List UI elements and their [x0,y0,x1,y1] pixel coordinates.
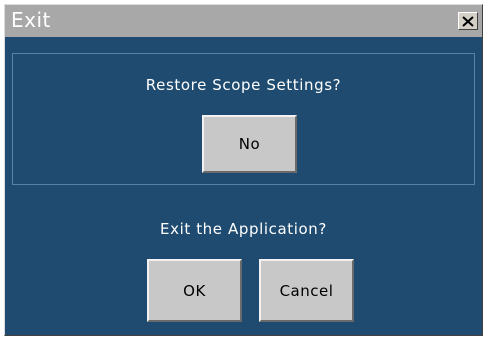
no-button[interactable]: No [202,115,297,173]
restore-settings-panel: Restore Scope Settings? No [12,53,475,185]
exit-application-question: Exit the Application? [160,220,327,238]
exit-dialog: Exit Restore Scope Settings? No Exit the… [4,4,483,336]
dialog-title: Exit [11,8,51,32]
ok-button[interactable]: OK [147,259,242,322]
title-bar[interactable]: Exit [5,5,482,37]
cancel-button[interactable]: Cancel [259,259,354,322]
close-icon [462,15,474,27]
restore-settings-question: Restore Scope Settings? [145,76,342,94]
close-button[interactable] [458,12,478,30]
